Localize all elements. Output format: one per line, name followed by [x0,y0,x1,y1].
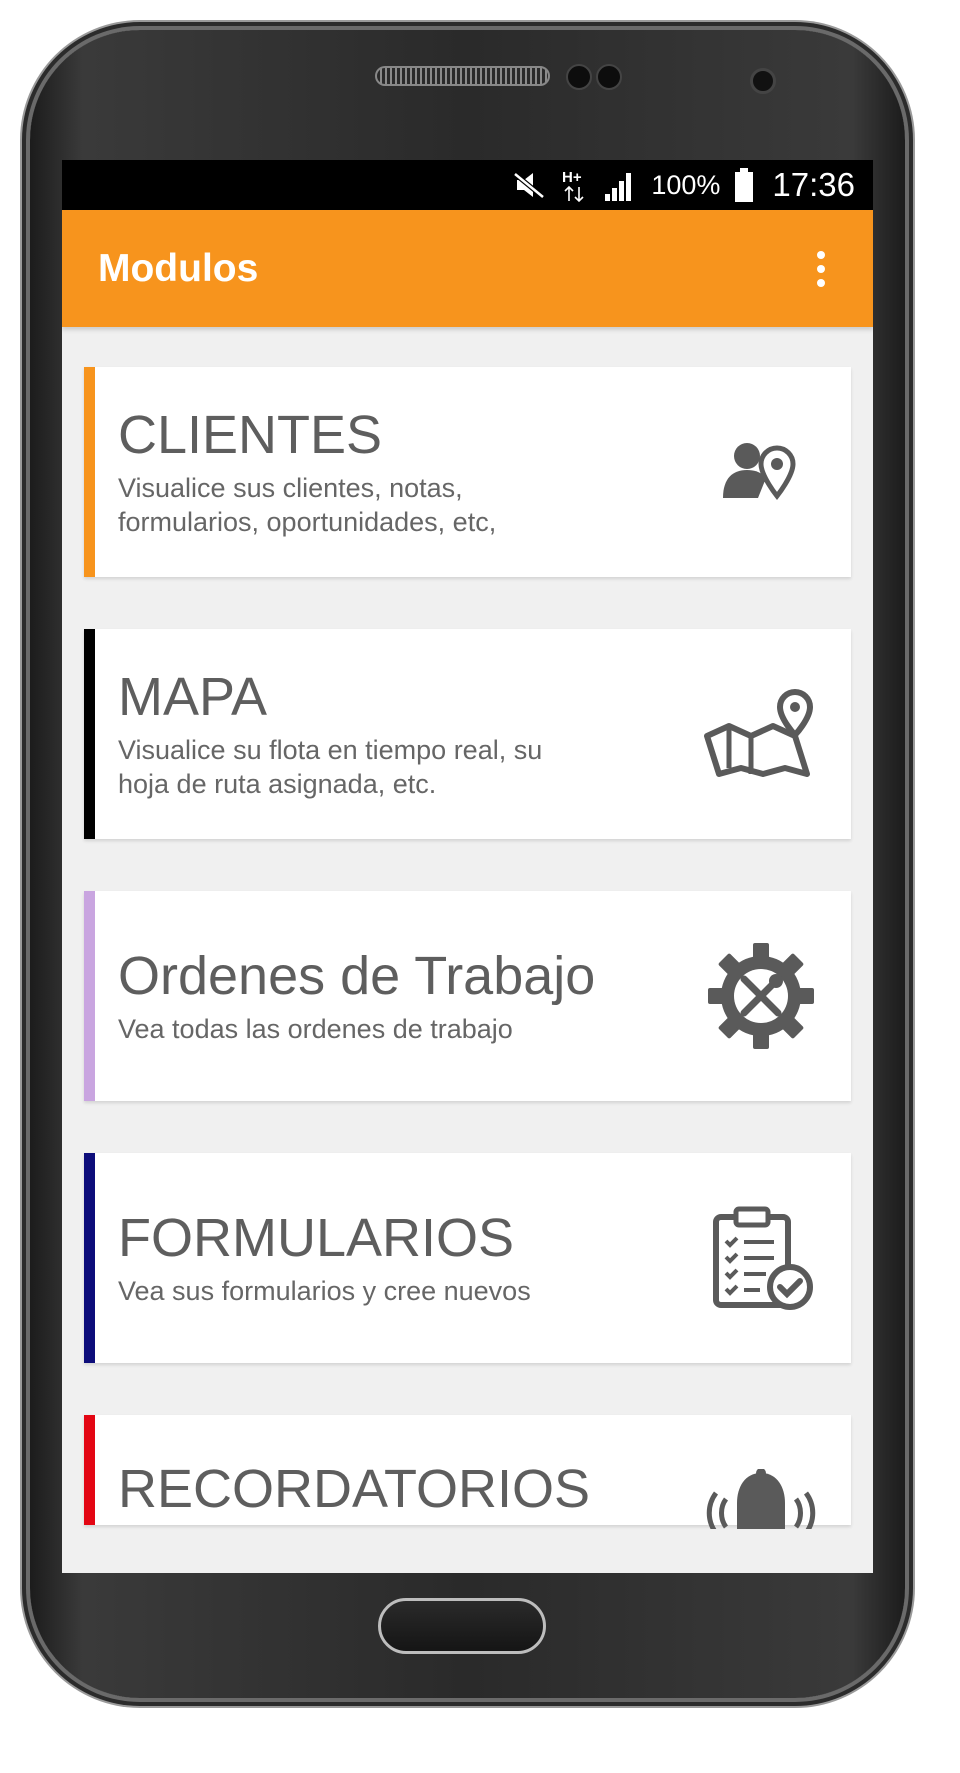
home-button[interactable] [378,1598,546,1654]
module-title: FORMULARIOS [118,1208,515,1268]
app-bar: Modulos [62,210,873,327]
module-title: Ordenes de Trabajo [118,946,596,1006]
card-accent-bar [84,629,95,839]
module-description: Vea todas las ordenes de trabajo [118,1014,513,1044]
mute-icon [513,170,547,200]
module-description: Visualice su flota en tiempo real, su ho… [118,735,543,799]
more-vert-icon[interactable] [809,243,833,295]
gear-tools-icon [691,941,831,1051]
page-title: Modulos [98,246,259,290]
module-card-clientes[interactable]: CLIENTES Visualice sus clientes, notas, … [84,367,851,577]
module-card-formularios[interactable]: FORMULARIOS Vea sus formularios y cree n… [84,1153,851,1363]
menu-dot [817,278,825,287]
module-card-recordatorios[interactable]: RECORDATORIOS [84,1415,851,1529]
module-card-ordenes[interactable]: Ordenes de Trabajo Vea todas las ordenes… [84,891,851,1101]
bell-icon [691,1469,831,1529]
signal-icon [603,168,637,202]
card-accent-bar [84,1415,95,1525]
module-description: Visualice sus clientes, notas, formulari… [118,473,497,537]
network-type-label: H+ [562,169,582,186]
module-list: CLIENTES Visualice sus clientes, notas, … [62,327,873,1529]
battery-icon [734,167,754,203]
proximity-sensor [566,64,592,90]
module-title: MAPA [118,667,268,727]
hplus-data-icon: H+ [561,167,589,203]
status-time: 17:36 [772,166,855,203]
menu-dot [817,264,825,273]
card-accent-bar [84,891,95,1101]
menu-dot [817,250,825,259]
module-description: Vea sus formularios y cree nuevos [118,1276,531,1306]
module-card-mapa[interactable]: MAPA Visualice su flota en tiempo real, … [84,629,851,839]
light-sensor [596,64,622,90]
clipboard-check-icon [691,1203,831,1313]
phone-frame: H+ 100% 17:36 Modulos CLIENTES Visualice… [30,30,905,1698]
card-accent-bar [84,1153,95,1363]
map-pin-icon [691,686,831,782]
card-accent-bar [84,367,95,577]
module-title: RECORDATORIOS [118,1459,591,1519]
front-camera [750,68,776,94]
client-location-icon [691,440,831,504]
status-bar: H+ 100% 17:36 [62,160,873,210]
module-title: CLIENTES [118,405,383,465]
battery-percent: 100% [651,169,721,200]
screen: H+ 100% 17:36 Modulos CLIENTES Visualice… [62,160,873,1573]
earpiece-speaker [375,66,550,86]
